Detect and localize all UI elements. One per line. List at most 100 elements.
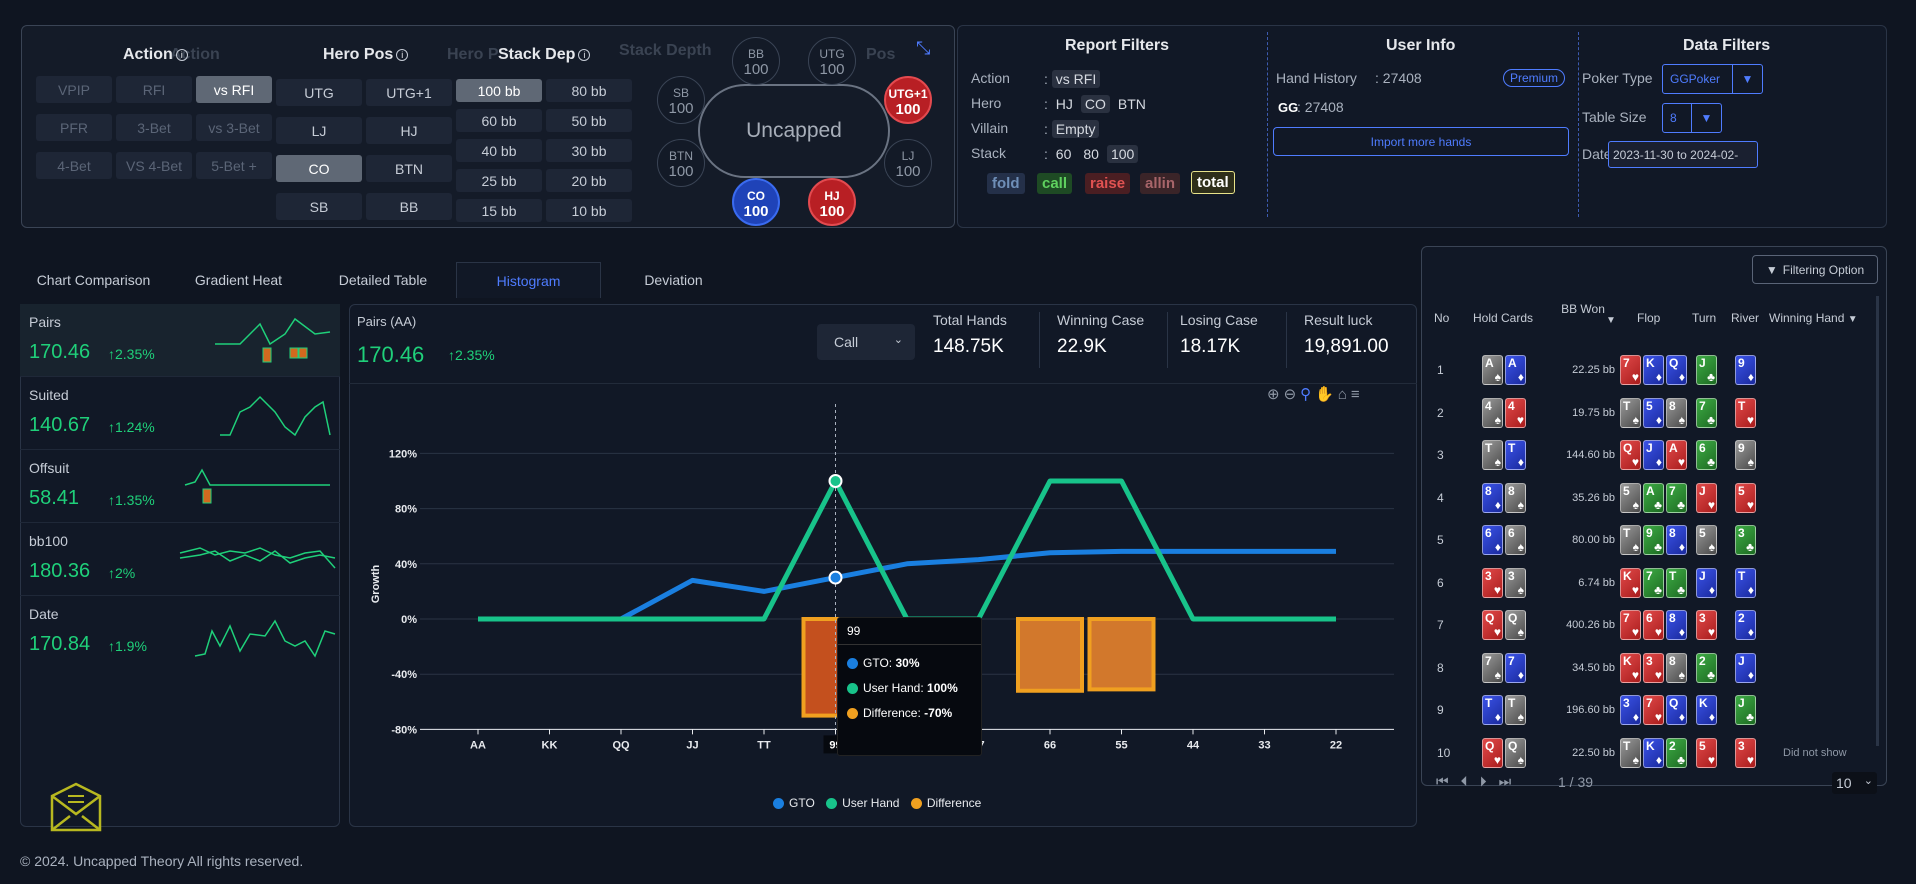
playing-card: 9 ♣ [1643, 525, 1664, 555]
row-number: 10 [1437, 745, 1451, 760]
row-number: 3 [1437, 448, 1444, 462]
pill-raise[interactable]: raise [1085, 173, 1131, 194]
action-btn-vs-4bet[interactable]: VS 4-Bet [116, 152, 192, 179]
stack-btn-100[interactable]: 100 bb [456, 79, 542, 102]
hero-btn-utg[interactable]: UTG [276, 79, 362, 106]
seat-lj[interactable]: LJ 100 [884, 139, 932, 187]
action-select[interactable]: Call ⌄ [817, 324, 915, 360]
playing-card: 6 ♦ [1482, 525, 1503, 555]
seat-co[interactable]: CO 100 [732, 178, 780, 226]
col-winning-hand[interactable]: Winning Hand ▼ [1769, 311, 1858, 325]
scrollbar[interactable] [1876, 296, 1879, 746]
stack-btn-30[interactable]: 30 bb [546, 139, 632, 162]
stat-winning-case: Winning Case 22.9K [1057, 312, 1145, 357]
hero-btn-lj[interactable]: LJ [276, 117, 362, 144]
action-btn-3bet[interactable]: 3-Bet [116, 114, 192, 141]
stack-btn-20[interactable]: 20 bb [546, 169, 632, 192]
date-range-input[interactable]: 2023-11-30 to 2024-02- [1608, 141, 1758, 168]
tab-detailed-table[interactable]: Detailed Table [310, 262, 456, 298]
tab-deviation[interactable]: Deviation [601, 262, 746, 298]
pill-total[interactable]: total [1191, 171, 1235, 194]
main-title: Pairs (AA) [357, 314, 417, 329]
playing-card: K ♦ [1696, 695, 1717, 725]
action-btn-rfi[interactable]: RFI [116, 76, 192, 103]
y-tick-label: -40% [391, 669, 417, 681]
y-axis-label: Growth [370, 564, 382, 603]
seat-hj[interactable]: HJ 100 [808, 178, 856, 226]
hero-btn-btn[interactable]: BTN [366, 155, 452, 182]
stack-btn-80[interactable]: 80 bb [546, 79, 632, 102]
stack-btn-10[interactable]: 10 bb [546, 199, 632, 222]
prev-page-icon[interactable]: ⏴ [1461, 773, 1480, 789]
tab-histogram[interactable]: Histogram [456, 262, 601, 298]
row-number: 4 [1437, 490, 1444, 505]
row-number: 8 [1437, 660, 1444, 675]
poker-type-select[interactable]: GGPoker ▼ [1662, 64, 1763, 94]
mail-icon[interactable] [48, 780, 104, 834]
seat-sb[interactable]: SB 100 [657, 76, 705, 124]
pill-allin[interactable]: allin [1140, 173, 1181, 194]
difference-bar [1016, 617, 1084, 693]
stack-btn-40[interactable]: 40 bb [456, 139, 542, 162]
collapse-icon[interactable]: ⤡ [916, 38, 930, 59]
action-btn-vs-rfi[interactable]: vs RFI [196, 76, 272, 103]
legend-user-hand[interactable]: User Hand [826, 796, 899, 810]
action-btn-5bet[interactable]: 5-Bet + [196, 152, 272, 179]
hero-btn-co[interactable]: CO [276, 155, 362, 182]
playing-card: A ♥ [1666, 440, 1687, 470]
page-size-select[interactable]: 10 ⌄ [1832, 772, 1877, 794]
seat-btn[interactable]: BTN 100 [657, 139, 705, 187]
last-page-icon[interactable]: ⏭ [1499, 773, 1524, 789]
sidebar-item-suited[interactable]: Suited 140.67 ↑1.24% [20, 377, 340, 450]
stack-btn-60[interactable]: 60 bb [456, 109, 542, 132]
sidebar-item-pairs[interactable]: Pairs 170.46 ↑2.35% [20, 304, 340, 377]
playing-card: 7 ♥ [1620, 610, 1641, 640]
playing-card: 7 ♣ [1666, 482, 1687, 513]
tab-chart-comparison[interactable]: Chart Comparison [20, 262, 167, 298]
playing-card: T ♦ [1505, 440, 1526, 470]
difference-bar [1087, 617, 1156, 692]
playing-card: J ♣ [1696, 355, 1717, 385]
import-hands-button[interactable]: Import more hands [1273, 127, 1569, 156]
action-btn-vs-3bet[interactable]: vs 3-Bet [196, 114, 272, 141]
divider [1167, 312, 1168, 368]
playing-card: 7 ♥ [1620, 355, 1641, 385]
next-page-icon[interactable]: ⏵ [1480, 773, 1499, 789]
bb-won-value: 144.60 bb [1566, 449, 1615, 461]
ghost-pos: Pos [866, 46, 896, 63]
sidebar-item-offsuit[interactable]: Offsuit 58.41 ↑1.35% [20, 450, 340, 523]
sidebar-item-bb100[interactable]: bb100 180.36 ↑2% [20, 523, 340, 596]
stack-btn-15[interactable]: 15 bb [456, 199, 542, 222]
hero-btn-sb[interactable]: SB [276, 193, 362, 220]
seat-bb[interactable]: BB 100 [732, 37, 780, 85]
chevron-down-icon: ⌄ [893, 334, 903, 346]
pill-fold[interactable]: fold [987, 173, 1025, 194]
legend-gto[interactable]: GTO [773, 796, 815, 810]
action-btn-vpip[interactable]: VPIP [36, 76, 112, 103]
table-size-select[interactable]: 8 ▼ [1662, 103, 1722, 133]
stack-btn-50[interactable]: 50 bb [546, 109, 632, 132]
ghost-hero: Hero P [447, 46, 499, 63]
gg-value: : 27408 [1297, 99, 1344, 115]
rf-chip: vs RFI [1051, 70, 1101, 88]
hero-btn-hj[interactable]: HJ [366, 117, 452, 144]
seat-utg[interactable]: UTG 100 [808, 37, 856, 85]
col-bb-won[interactable]: BB Won ▼ [1558, 300, 1616, 326]
hero-btn-bb[interactable]: BB [366, 193, 452, 220]
playing-card: Q ♠ [1505, 610, 1526, 640]
first-page-icon[interactable]: ⏮ [1436, 773, 1461, 789]
action-btn-pfr[interactable]: PFR [36, 114, 112, 141]
sidebar-change: ↑1.24% [108, 419, 155, 435]
filtering-option-button[interactable]: ▼ Filtering Option [1752, 255, 1878, 284]
pill-call[interactable]: call [1037, 173, 1073, 194]
playing-card: Q ♦ [1666, 355, 1687, 385]
playing-card: T ♠ [1620, 525, 1641, 555]
bb-won-value: 34.50 bb [1572, 661, 1615, 674]
stack-btn-25[interactable]: 25 bb [456, 169, 542, 192]
legend-difference[interactable]: Difference [910, 796, 981, 810]
action-btn-4bet[interactable]: 4-Bet [36, 152, 112, 179]
seat-utg1[interactable]: UTG+1 100 [884, 76, 932, 124]
hero-btn-utg1[interactable]: UTG+1 [366, 79, 452, 106]
sidebar-item-date[interactable]: Date 170.84 ↑1.9% [20, 596, 340, 669]
tab-gradient-heat[interactable]: Gradient Heat [167, 262, 310, 298]
